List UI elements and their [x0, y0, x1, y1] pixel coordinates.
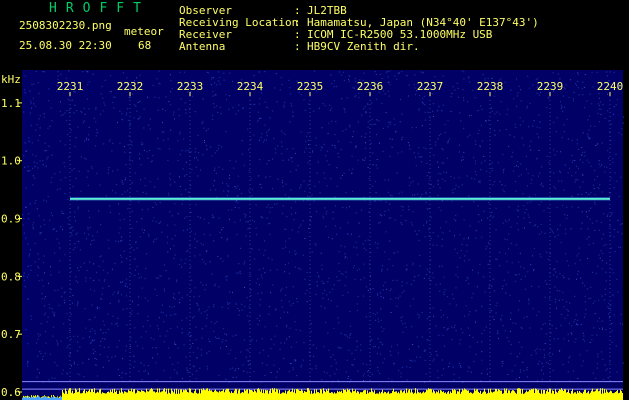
x-tick-label: 2237	[417, 80, 444, 93]
y-axis-label: kHz	[1, 73, 21, 86]
info-value: HB9CV Zenith dir.	[307, 40, 420, 53]
y-tick-label: 0.6	[1, 386, 21, 399]
noise-floor-fill	[22, 70, 623, 396]
info-separator: :	[294, 40, 301, 53]
y-tick-label: 0.7	[1, 328, 21, 341]
file-name: 2508302230.png	[19, 19, 112, 32]
x-tick-label: 2239	[537, 80, 564, 93]
type-label: meteor	[124, 25, 164, 38]
info-label: Antenna	[179, 40, 226, 53]
y-tick-label: 0.8	[1, 270, 21, 283]
info-row-antenna: Antenna : HB9CV Zenith dir.	[179, 41, 420, 53]
x-tick-label: 2234	[237, 80, 264, 93]
y-tick-label: 1.1	[1, 97, 21, 110]
meteor-count: 68	[138, 39, 152, 52]
x-tick-label: 2240	[597, 80, 624, 93]
noise-floor	[22, 70, 625, 396]
x-tick-label: 2231	[57, 80, 84, 93]
observation-datetime: 25.08.30 22:30	[19, 39, 112, 52]
y-tick-label: 1.0	[1, 155, 21, 168]
x-tick-label: 2232	[117, 80, 144, 93]
y-tick-label: 0.9	[1, 213, 21, 226]
x-tick-label: 2238	[477, 80, 504, 93]
app-brand: HROFFT	[49, 1, 150, 16]
header-panel: HROFFT 2508302230.png 25.08.30 22:30 met…	[0, 0, 629, 70]
x-tick-label: 2235	[297, 80, 324, 93]
x-tick-label: 2236	[357, 80, 384, 93]
